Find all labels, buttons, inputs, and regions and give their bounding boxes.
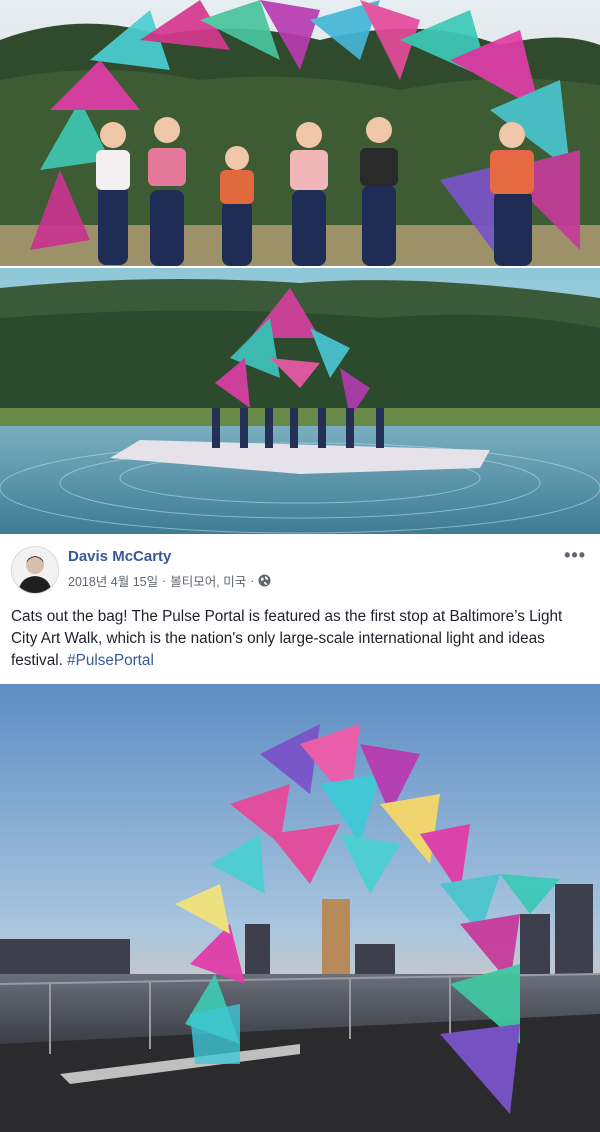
avatar-portrait-icon	[12, 547, 58, 593]
post-body: Cats out the bag! The Pulse Portal is fe…	[11, 606, 591, 672]
post-date[interactable]: 2018년 4월 15일	[68, 571, 158, 590]
globe-icon	[258, 574, 271, 587]
avatar[interactable]	[11, 546, 59, 594]
photo-pulse-portal-baltimore[interactable]	[0, 684, 600, 1132]
meta-separator: ·	[162, 573, 167, 588]
hashtag-link[interactable]: #PulsePortal	[67, 652, 154, 669]
more-options-icon[interactable]: •••	[564, 545, 586, 566]
post-author[interactable]: Davis McCarty	[68, 548, 171, 565]
post-location[interactable]: 볼티모어, 미국	[170, 571, 246, 590]
screenshot: Davis McCarty 2018년 4월 15일 · 볼티모어, 미국 · …	[0, 0, 600, 1132]
photo-arch-on-lake[interactable]	[0, 268, 600, 534]
photo-dancers-arch[interactable]	[0, 0, 600, 266]
post-meta: 2018년 4월 15일 · 볼티모어, 미국 ·	[68, 571, 271, 590]
meta-separator-2: ·	[250, 573, 255, 588]
